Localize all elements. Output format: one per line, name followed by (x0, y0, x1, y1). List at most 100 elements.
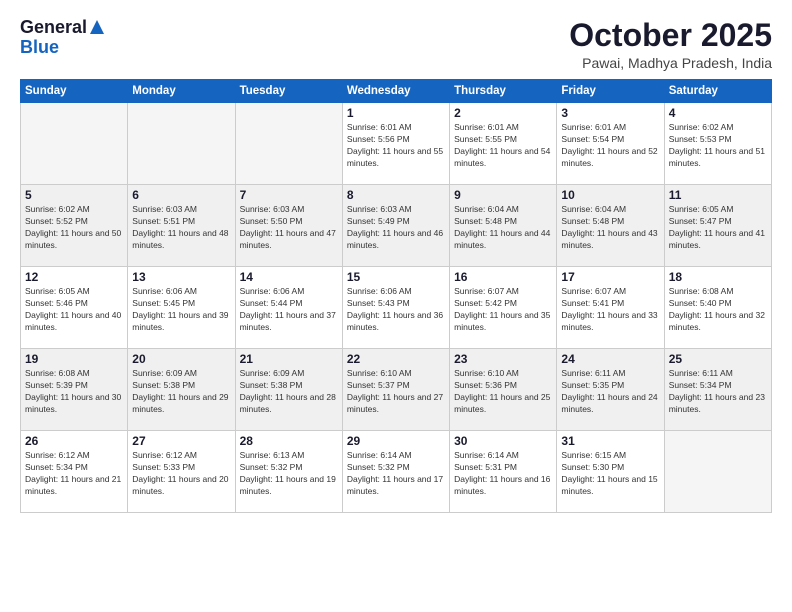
day-number: 20 (132, 352, 230, 366)
day-number: 29 (347, 434, 445, 448)
calendar-cell-12: 10 Sunrise: 6:04 AMSunset: 5:48 PMDayligh… (557, 185, 664, 267)
header-monday: Monday (128, 80, 235, 103)
day-info: Sunrise: 6:07 AMSunset: 5:42 PMDaylight:… (454, 286, 552, 334)
day-number: 31 (561, 434, 659, 448)
calendar-cell-1 (128, 103, 235, 185)
calendar-cell-14: 12 Sunrise: 6:05 AMSunset: 5:46 PMDayligh… (21, 267, 128, 349)
day-info: Sunrise: 6:08 AMSunset: 5:39 PMDaylight:… (25, 368, 123, 416)
day-info: Sunrise: 6:01 AMSunset: 5:55 PMDaylight:… (454, 122, 552, 170)
day-info: Sunrise: 6:03 AMSunset: 5:50 PMDaylight:… (240, 204, 338, 252)
day-number: 24 (561, 352, 659, 366)
calendar-cell-7: 5 Sunrise: 6:02 AMSunset: 5:52 PMDaylight… (21, 185, 128, 267)
logo-blue-text: Blue (20, 38, 59, 58)
day-info: Sunrise: 6:12 AMSunset: 5:33 PMDaylight:… (132, 450, 230, 498)
day-number: 5 (25, 188, 123, 202)
day-info: Sunrise: 6:02 AMSunset: 5:52 PMDaylight:… (25, 204, 123, 252)
day-number: 22 (347, 352, 445, 366)
calendar-cell-27: 25Sunrise: 6:11 AMSunset: 5:34 PMDayligh… (664, 349, 771, 431)
calendar-cell-10: 8Sunrise: 6:03 AMSunset: 5:49 PMDaylight… (342, 185, 449, 267)
calendar-cell-3: 1 Sunrise: 6:01 AMSunset: 5:56 PMDaylight… (342, 103, 449, 185)
month-title: October 2025 (569, 18, 772, 53)
calendar-cell-6: 4Sunrise: 6:02 AMSunset: 5:53 PMDaylight… (664, 103, 771, 185)
day-number: 19 (25, 352, 123, 366)
day-number: 7 (240, 188, 338, 202)
calendar-cell-17: 15 Sunrise: 6:06 AMSunset: 5:43 PMDayligh… (342, 267, 449, 349)
day-number: 13 (132, 270, 230, 284)
day-info: Sunrise: 6:01 AMSunset: 5:56 PMDaylight:… (347, 122, 445, 170)
page: General Blue October 2025 Pawai, Madhya … (0, 0, 792, 612)
day-info: Sunrise: 6:09 AMSunset: 5:38 PMDaylight:… (132, 368, 230, 416)
calendar-cell-33: 31 Sunrise: 6:15 AMSunset: 5:30 PMDayligh… (557, 431, 664, 513)
calendar-cell-23: 21Sunrise: 6:09 AMSunset: 5:38 PMDayligh… (235, 349, 342, 431)
day-number: 14 (240, 270, 338, 284)
header-saturday: Saturday (664, 80, 771, 103)
day-number: 27 (132, 434, 230, 448)
day-info: Sunrise: 6:13 AMSunset: 5:32 PMDaylight:… (240, 450, 338, 498)
day-number: 10 (561, 188, 659, 202)
calendar-cell-2 (235, 103, 342, 185)
calendar-cell-16: 14 Sunrise: 6:06 AMSunset: 5:44 PMDayligh… (235, 267, 342, 349)
day-number: 8 (347, 188, 445, 202)
day-info: Sunrise: 6:05 AMSunset: 5:46 PMDaylight:… (25, 286, 123, 334)
calendar-cell-15: 13 Sunrise: 6:06 AMSunset: 5:45 PMDayligh… (128, 267, 235, 349)
day-number: 30 (454, 434, 552, 448)
day-number: 11 (669, 188, 767, 202)
calendar-cell-31: 29 Sunrise: 6:14 AMSunset: 5:32 PMDayligh… (342, 431, 449, 513)
calendar-week-3: 12 Sunrise: 6:05 AMSunset: 5:46 PMDayligh… (21, 267, 772, 349)
header-sunday: Sunday (21, 80, 128, 103)
day-info: Sunrise: 6:14 AMSunset: 5:32 PMDaylight:… (347, 450, 445, 498)
calendar-cell-21: 19 Sunrise: 6:08 AMSunset: 5:39 PMDayligh… (21, 349, 128, 431)
location: Pawai, Madhya Pradesh, India (569, 55, 772, 71)
day-number: 15 (347, 270, 445, 284)
calendar-table: SundayMondayTuesdayWednesdayThursdayFrid… (20, 79, 772, 513)
logo: General Blue (20, 18, 106, 58)
calendar-cell-5: 3 Sunrise: 6:01 AMSunset: 5:54 PMDaylight… (557, 103, 664, 185)
day-info: Sunrise: 6:12 AMSunset: 5:34 PMDaylight:… (25, 450, 123, 498)
calendar-cell-28: 26 Sunrise: 6:12 AMSunset: 5:34 PMDayligh… (21, 431, 128, 513)
day-number: 26 (25, 434, 123, 448)
calendar-week-4: 19 Sunrise: 6:08 AMSunset: 5:39 PMDayligh… (21, 349, 772, 431)
day-number: 4 (669, 106, 767, 120)
header-thursday: Thursday (450, 80, 557, 103)
calendar-week-2: 5 Sunrise: 6:02 AMSunset: 5:52 PMDaylight… (21, 185, 772, 267)
day-info: Sunrise: 6:05 AMSunset: 5:47 PMDaylight:… (669, 204, 767, 252)
day-info: Sunrise: 6:03 AMSunset: 5:51 PMDaylight:… (132, 204, 230, 252)
day-info: Sunrise: 6:11 AMSunset: 5:35 PMDaylight:… (561, 368, 659, 416)
calendar-cell-26: 24 Sunrise: 6:11 AMSunset: 5:35 PMDayligh… (557, 349, 664, 431)
calendar-cell-24: 22 Sunrise: 6:10 AMSunset: 5:37 PMDayligh… (342, 349, 449, 431)
calendar-cell-34 (664, 431, 771, 513)
day-info: Sunrise: 6:01 AMSunset: 5:54 PMDaylight:… (561, 122, 659, 170)
calendar-cell-20: 18 Sunrise: 6:08 AMSunset: 5:40 PMDayligh… (664, 267, 771, 349)
day-info: Sunrise: 6:15 AMSunset: 5:30 PMDaylight:… (561, 450, 659, 498)
day-info: Sunrise: 6:04 AMSunset: 5:48 PMDaylight:… (561, 204, 659, 252)
calendar-week-1: 1 Sunrise: 6:01 AMSunset: 5:56 PMDaylight… (21, 103, 772, 185)
calendar-cell-29: 27 Sunrise: 6:12 AMSunset: 5:33 PMDayligh… (128, 431, 235, 513)
calendar-cell-25: 23Sunrise: 6:10 AMSunset: 5:36 PMDayligh… (450, 349, 557, 431)
day-number: 6 (132, 188, 230, 202)
day-info: Sunrise: 6:06 AMSunset: 5:44 PMDaylight:… (240, 286, 338, 334)
calendar-cell-22: 20 Sunrise: 6:09 AMSunset: 5:38 PMDayligh… (128, 349, 235, 431)
day-number: 18 (669, 270, 767, 284)
header-tuesday: Tuesday (235, 80, 342, 103)
title-block: October 2025 Pawai, Madhya Pradesh, Indi… (569, 18, 772, 71)
day-number: 1 (347, 106, 445, 120)
logo-general-text: General (20, 18, 87, 38)
day-number: 3 (561, 106, 659, 120)
header-wednesday: Wednesday (342, 80, 449, 103)
day-info: Sunrise: 6:06 AMSunset: 5:45 PMDaylight:… (132, 286, 230, 334)
day-number: 28 (240, 434, 338, 448)
calendar-cell-0 (21, 103, 128, 185)
day-info: Sunrise: 6:06 AMSunset: 5:43 PMDaylight:… (347, 286, 445, 334)
calendar-cell-4: 2Sunrise: 6:01 AMSunset: 5:55 PMDaylight… (450, 103, 557, 185)
calendar-week-5: 26 Sunrise: 6:12 AMSunset: 5:34 PMDayligh… (21, 431, 772, 513)
day-info: Sunrise: 6:07 AMSunset: 5:41 PMDaylight:… (561, 286, 659, 334)
day-number: 12 (25, 270, 123, 284)
day-number: 9 (454, 188, 552, 202)
day-number: 25 (669, 352, 767, 366)
day-number: 17 (561, 270, 659, 284)
day-info: Sunrise: 6:10 AMSunset: 5:36 PMDaylight:… (454, 368, 552, 416)
day-info: Sunrise: 6:08 AMSunset: 5:40 PMDaylight:… (669, 286, 767, 334)
calendar-cell-11: 9Sunrise: 6:04 AMSunset: 5:48 PMDaylight… (450, 185, 557, 267)
day-info: Sunrise: 6:10 AMSunset: 5:37 PMDaylight:… (347, 368, 445, 416)
calendar-header-row: SundayMondayTuesdayWednesdayThursdayFrid… (21, 80, 772, 103)
